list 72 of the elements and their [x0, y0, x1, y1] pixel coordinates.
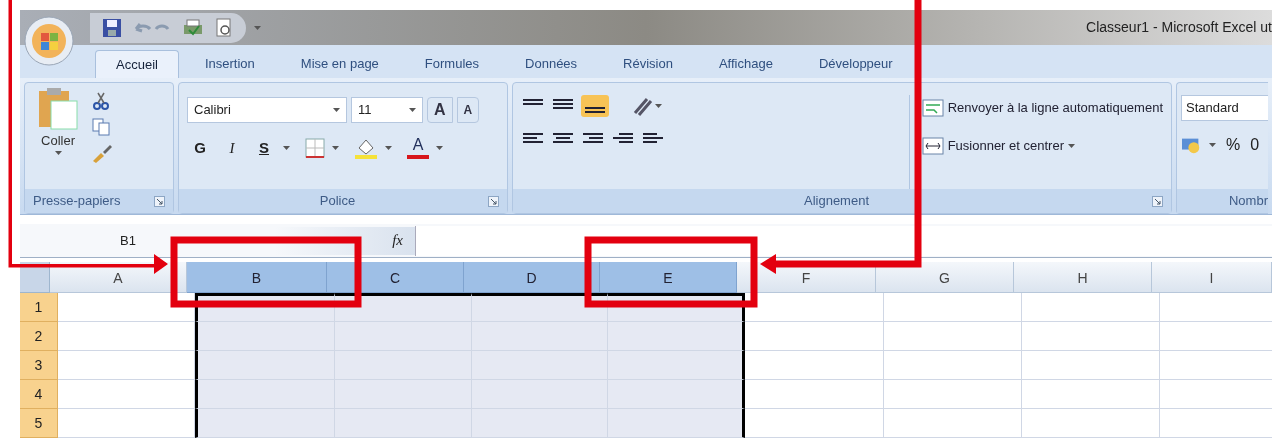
- sheet-cell[interactable]: [608, 380, 745, 409]
- font-name-field[interactable]: Calibri: [187, 97, 347, 123]
- caret-icon: [1068, 144, 1075, 148]
- font-size-field[interactable]: 11: [351, 97, 423, 123]
- sheet-cell[interactable]: [608, 322, 745, 351]
- sheet-cell[interactable]: [335, 293, 472, 322]
- wrap-text-button[interactable]: Renvoyer à la ligne automatiquement: [921, 95, 1163, 121]
- caret-icon: [409, 108, 416, 112]
- ribbon-tab[interactable]: Révision: [603, 50, 693, 78]
- caret-icon: [54, 150, 62, 155]
- column-header[interactable]: H: [1014, 262, 1152, 293]
- brush-icon[interactable]: [91, 143, 113, 163]
- number-format-field[interactable]: Standard: [1181, 95, 1268, 121]
- caret-icon: [283, 146, 290, 150]
- save-icon[interactable]: [102, 17, 122, 38]
- group-label: Nombr: [1229, 192, 1268, 211]
- row-header[interactable]: 1: [20, 293, 58, 322]
- caret-icon: [333, 108, 340, 112]
- column-header[interactable]: E: [600, 262, 737, 293]
- orientation-icon[interactable]: [631, 95, 665, 117]
- column-header[interactable]: G: [876, 262, 1014, 293]
- column-header[interactable]: C: [327, 262, 464, 293]
- row-header[interactable]: 2: [20, 322, 58, 351]
- bold-button[interactable]: G: [187, 135, 213, 161]
- merge-icon: [921, 137, 944, 155]
- caret-icon: [385, 146, 392, 150]
- preview-icon[interactable]: [214, 17, 234, 38]
- wrap-text-icon: [921, 99, 944, 117]
- caret-icon: [332, 146, 339, 150]
- align-bottom-icon[interactable]: [581, 95, 609, 117]
- sheet-cell[interactable]: [608, 409, 745, 438]
- caret-icon: [1209, 143, 1216, 147]
- launcher-icon[interactable]: [154, 195, 165, 207]
- name-box[interactable]: B1: [20, 226, 275, 255]
- group-label: Alignement: [803, 193, 869, 209]
- column-header[interactable]: I: [1152, 262, 1272, 293]
- sheet-cell[interactable]: [472, 293, 608, 322]
- group-label: Police: [319, 193, 356, 209]
- borders-icon[interactable]: [304, 137, 326, 159]
- group-label: Presse-papiers: [33, 192, 121, 211]
- thousands-button[interactable]: 0: [1250, 133, 1260, 157]
- column-header[interactable]: D: [464, 262, 600, 293]
- ribbon-tab[interactable]: Formules: [404, 50, 500, 78]
- ribbon-tab[interactable]: Données: [505, 50, 598, 78]
- shrink-font-button[interactable]: A: [456, 97, 480, 123]
- ribbon-tab[interactable]: Insertion: [184, 50, 275, 78]
- launcher-icon[interactable]: [488, 195, 499, 207]
- launcher-icon[interactable]: [1152, 195, 1163, 207]
- percent-button[interactable]: %: [1222, 133, 1245, 157]
- ribbon-tab[interactable]: Développeur: [798, 50, 913, 78]
- clipboard-icon: [37, 87, 79, 131]
- customize-caret-icon: [254, 25, 261, 30]
- column-header[interactable]: B: [187, 262, 327, 293]
- grow-font-button[interactable]: A: [427, 97, 453, 123]
- merge-center-button[interactable]: Fusionner et centrer: [921, 133, 1163, 159]
- italic-button[interactable]: I: [219, 135, 245, 161]
- ribbon-tab[interactable]: Affichage: [698, 50, 793, 78]
- sheet-cell[interactable]: [608, 351, 745, 380]
- row-header[interactable]: 4: [20, 380, 58, 409]
- row-header[interactable]: 3: [20, 351, 58, 380]
- paste-button[interactable]: Coller: [37, 87, 79, 189]
- scissors-icon[interactable]: [91, 91, 111, 111]
- window-title: Classeur1 - Microsoft Excel ut: [1086, 18, 1272, 37]
- ribbon-tab[interactable]: Mise en page: [280, 50, 399, 78]
- underline-button[interactable]: S: [251, 135, 277, 161]
- caret-icon: [436, 146, 443, 150]
- copy-icon[interactable]: [91, 117, 111, 137]
- ribbon-tab[interactable]: Accueil: [95, 50, 179, 78]
- font-color-button[interactable]: A: [406, 135, 430, 161]
- row-header[interactable]: 5: [20, 409, 58, 438]
- function-button[interactable]: fx: [392, 229, 403, 252]
- formula-input[interactable]: [415, 225, 1272, 256]
